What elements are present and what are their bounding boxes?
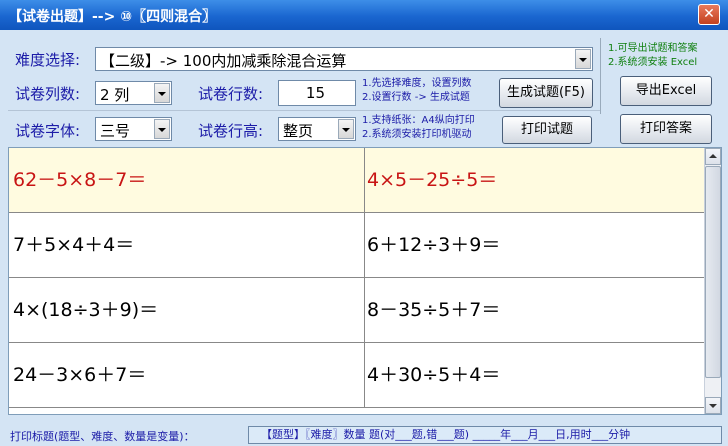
table-row[interactable]: 24－3×6＋7＝ 4＋30÷5＋4＝ — [9, 343, 705, 408]
question-cell[interactable]: 62－5×8－7＝ — [9, 148, 365, 212]
rows-input[interactable]: 15 — [278, 80, 356, 106]
columns-value: 2 列 — [100, 86, 130, 104]
rows-label: 试卷行数: — [198, 85, 264, 103]
chevron-down-icon[interactable] — [154, 83, 170, 103]
row-height-value: 整页 — [283, 122, 314, 140]
settings-panel: 难度选择: 【二级】-> 100内加减乘除混合运算 试卷列数: 2 列 试卷行数… — [0, 30, 728, 146]
generate-button[interactable]: 生成试题(F5) — [499, 78, 593, 108]
export-hint: 1.可导出试题和答案 2.系统须安装 Excel — [608, 42, 698, 70]
export-hint-line-2: 2.系统须安装 Excel — [608, 57, 698, 68]
font-label: 试卷字体: — [15, 122, 81, 140]
generate-hint-line-2: 2.设置行数 -> 生成试题 — [362, 92, 470, 103]
table-row[interactable]: 62－5×8－7＝ 4×5－25÷5＝ — [9, 148, 705, 213]
chevron-down-icon[interactable] — [338, 119, 354, 139]
window-title: 【试卷出题】--> ⑩〖四则混合〗 — [8, 9, 217, 25]
export-excel-button[interactable]: 导出Excel — [620, 76, 712, 106]
question-cell[interactable]: 24－3×6＋7＝ — [9, 343, 365, 407]
table-row[interactable]: 7＋5×4＋4＝ 6＋12÷3＋9＝ — [9, 213, 705, 278]
font-select[interactable]: 三号 — [95, 117, 172, 141]
generate-hint: 1.先选择难度，设置列数 2.设置行数 -> 生成试题 — [362, 77, 472, 105]
print-questions-button[interactable]: 打印试题 — [502, 116, 592, 144]
print-title-label: 打印标题(题型、难度、数量是变量)： — [10, 430, 195, 443]
vertical-divider — [600, 38, 601, 114]
columns-select[interactable]: 2 列 — [95, 81, 172, 105]
print-answers-button[interactable]: 打印答案 — [620, 114, 712, 144]
question-cell[interactable]: 7＋5×4＋4＝ — [9, 213, 365, 277]
columns-label: 试卷列数: — [15, 85, 81, 103]
question-cell[interactable]: 6＋12÷3＋9＝ — [365, 213, 705, 277]
difficulty-value: 【二级】-> 100内加减乘除混合运算 — [100, 52, 347, 70]
print-hint-line-1: 1.支持纸张：A4纵向打印 — [362, 115, 475, 126]
question-cell[interactable]: 4＋30÷5＋4＝ — [365, 343, 705, 407]
vertical-scrollbar[interactable] — [704, 148, 721, 414]
question-cell[interactable]: 4×5－25÷5＝ — [365, 148, 705, 212]
question-cell[interactable]: 8－35÷5＋7＝ — [365, 278, 705, 342]
scroll-up-icon[interactable] — [705, 148, 721, 165]
scroll-down-icon[interactable] — [705, 397, 721, 414]
difficulty-label: 难度选择: — [15, 51, 81, 69]
chevron-down-icon[interactable] — [575, 49, 591, 69]
print-title-input[interactable]: 【题型】〖难度〗数量 题(对___题,错___题) _____年___月___日… — [248, 426, 722, 444]
generate-hint-line-1: 1.先选择难度，设置列数 — [362, 78, 472, 89]
print-hint-line-2: 2.系统须安装打印机驱动 — [362, 129, 472, 140]
question-grid[interactable]: 62－5×8－7＝ 4×5－25÷5＝ 7＋5×4＋4＝ 6＋12÷3＋9＝ 4… — [8, 147, 722, 415]
table-row[interactable]: 4×(18÷3＋9)＝ 8－35÷5＋7＝ — [9, 278, 705, 343]
difficulty-select[interactable]: 【二级】-> 100内加减乘除混合运算 — [95, 47, 593, 71]
divider — [8, 110, 600, 111]
chevron-down-icon[interactable] — [154, 119, 170, 139]
print-title-bar: 打印标题(题型、难度、数量是变量)： 【题型】〖难度〗数量 题(对___题,错_… — [0, 424, 728, 446]
row-height-label: 试卷行高: — [198, 122, 264, 140]
export-hint-line-1: 1.可导出试题和答案 — [608, 43, 698, 54]
question-cell[interactable]: 4×(18÷3＋9)＝ — [9, 278, 365, 342]
title-bar: 【试卷出题】--> ⑩〖四则混合〗 ✕ — [0, 0, 728, 30]
close-icon[interactable]: ✕ — [698, 4, 720, 25]
row-height-select[interactable]: 整页 — [278, 117, 356, 141]
scroll-thumb[interactable] — [705, 166, 721, 378]
font-value: 三号 — [100, 122, 131, 140]
print-hint: 1.支持纸张：A4纵向打印 2.系统须安装打印机驱动 — [362, 114, 475, 142]
